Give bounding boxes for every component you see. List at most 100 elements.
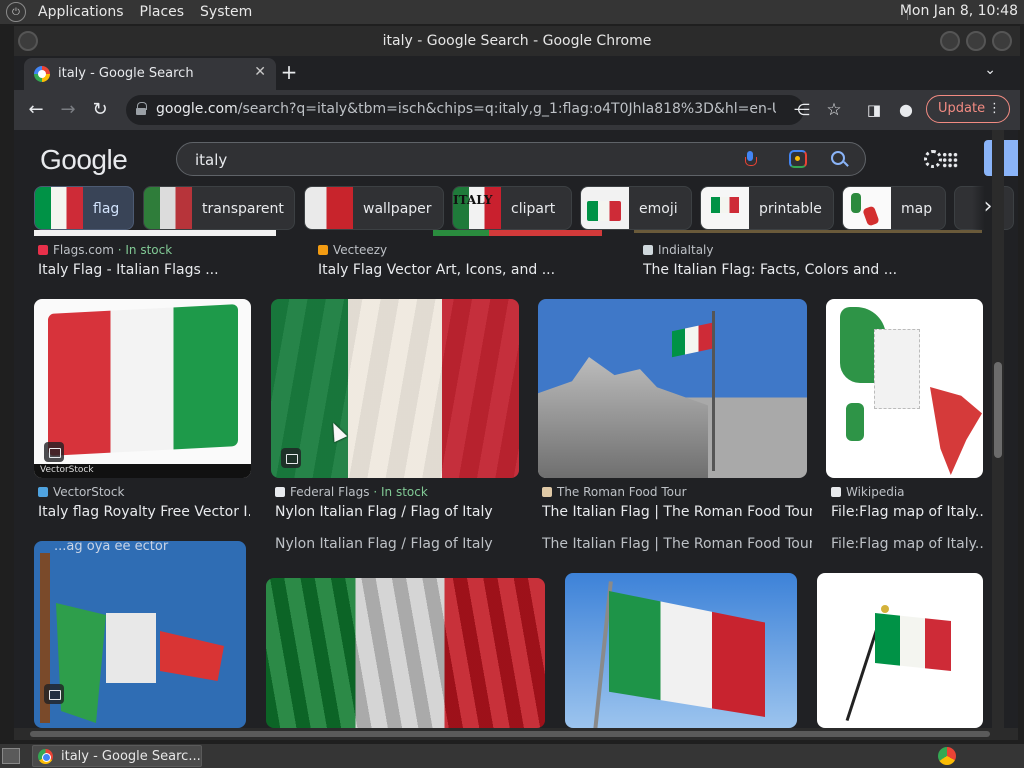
silk-texture xyxy=(266,578,545,728)
google-logo[interactable]: Google xyxy=(40,144,128,176)
microphone-icon[interactable] xyxy=(745,151,757,167)
url-text[interactable]: google.com/search?q=italy&tbm=isch&chips… xyxy=(156,101,776,117)
site-favicon-icon xyxy=(38,245,48,255)
desktop-screen: ⏻ Applications Places System Mon Jan 8, … xyxy=(0,0,1024,768)
result-image-flag-monument[interactable]: ...ag oya ee ector xyxy=(34,541,246,728)
apps-grid-icon[interactable] xyxy=(942,152,958,168)
new-tab-button[interactable]: + xyxy=(276,60,302,84)
update-label: Update xyxy=(938,101,986,116)
flag-shape xyxy=(672,322,712,358)
result-source-roman-food-tour[interactable]: The Roman Food Tour xyxy=(542,485,687,499)
result-source-indiaitaly[interactable]: IndiaItaly xyxy=(643,243,713,257)
result-title-vectorstock[interactable]: Italy flag Royalty Free Vector I... xyxy=(38,504,250,520)
result-title-roman-food-tour-repeat: The Italian Flag | The Roman Food Tour xyxy=(542,536,812,552)
top-panel: ⏻ Applications Places System Mon Jan 8, … xyxy=(0,0,1024,24)
map-middle-shape xyxy=(874,329,920,409)
google-lens-icon[interactable] xyxy=(789,150,807,168)
window-title-bar[interactable]: italy - Google Search - Google Chrome xyxy=(14,26,1020,56)
page-horizontal-scrollbar[interactable] xyxy=(14,728,1018,740)
result-title-wikipedia-repeat: File:Flag map of Italy.... xyxy=(831,536,983,552)
search-icon[interactable] xyxy=(831,151,845,165)
chip-emoji[interactable]: emoji xyxy=(580,186,692,230)
search-input[interactable]: italy xyxy=(176,142,866,176)
menu-applications[interactable]: Applications xyxy=(34,4,128,20)
reload-icon[interactable]: ↻ xyxy=(88,98,112,122)
tab-search-chevron-icon[interactable]: ⌄ xyxy=(984,62,996,78)
back-arrow-icon[interactable]: ← xyxy=(24,98,48,122)
result-source-wikipedia[interactable]: Wikipedia xyxy=(831,485,905,499)
result-title-indiaitaly[interactable]: The Italian Flag: Facts, Colors and ... xyxy=(643,262,943,278)
chip-thumbnail: ITALY xyxy=(453,187,501,229)
filter-chips: flag transparent wallpaper ITALY clipart xyxy=(34,186,1018,230)
address-bar[interactable]: google.com/search?q=italy&tbm=isch&chips… xyxy=(126,95,804,125)
result-title-roman-food-tour[interactable]: The Italian Flag | The Roman Food Tour xyxy=(542,504,812,520)
gear-icon[interactable] xyxy=(924,150,942,168)
waving-flag-shape xyxy=(48,304,238,456)
result-title-federal-flags[interactable]: Nylon Italian Flag / Flag of Italy xyxy=(275,504,525,520)
chip-printable[interactable]: printable xyxy=(700,186,834,230)
chip-flag[interactable]: flag xyxy=(34,186,134,230)
clock[interactable]: Mon Jan 8, 10:48 xyxy=(900,3,1018,19)
watermark-strip: VectorStock xyxy=(34,464,251,478)
result-image-sky-flag[interactable] xyxy=(565,573,797,728)
result-image-wikipedia[interactable] xyxy=(826,299,983,478)
monument-shape xyxy=(538,357,708,478)
chip-transparent[interactable]: transparent xyxy=(143,186,295,230)
result-source-flags-com[interactable]: Flags.com · In stock xyxy=(38,243,172,257)
site-favicon-icon xyxy=(542,487,552,497)
system-logo-icon[interactable]: ⏻ xyxy=(6,2,26,22)
scrollbar-thumb[interactable] xyxy=(30,731,990,737)
share-icon[interactable]: ⋲ xyxy=(790,98,814,122)
page-vertical-scrollbar[interactable] xyxy=(992,130,1004,728)
update-button[interactable]: Update ⋮ xyxy=(926,95,1010,123)
flag-shape xyxy=(875,613,951,671)
result-image-indiaitaly[interactable] xyxy=(634,230,982,233)
site-favicon-icon xyxy=(643,245,653,255)
minimize-button[interactable] xyxy=(940,31,960,51)
fabric-texture xyxy=(271,299,519,478)
result-image-silk-flag[interactable] xyxy=(266,578,545,728)
tag-icon xyxy=(281,448,301,468)
result-image-vecteezy[interactable] xyxy=(320,230,602,236)
tab-title: italy - Google Search xyxy=(58,66,194,81)
menu-system[interactable]: System xyxy=(196,4,256,20)
tab-close-icon[interactable]: ✕ xyxy=(254,64,266,80)
profile-icon[interactable]: ● xyxy=(894,98,918,122)
result-image-vectorstock[interactable]: VectorStock xyxy=(34,299,251,478)
result-image-stick-flag[interactable] xyxy=(817,573,983,728)
result-title-flags-com[interactable]: Italy Flag - Italian Flags ... xyxy=(38,262,298,278)
chip-thumbnail-text: ITALY xyxy=(453,193,493,207)
bookmark-star-icon[interactable]: ☆ xyxy=(822,98,846,122)
chip-map[interactable]: map xyxy=(842,186,946,230)
result-image-federal-flags[interactable] xyxy=(271,299,519,478)
side-panel-icon[interactable]: ◨ xyxy=(862,98,886,122)
result-image-roman-food-tour[interactable] xyxy=(538,299,807,478)
result-title-wikipedia[interactable]: File:Flag map of Italy.... xyxy=(831,504,983,520)
maximize-button[interactable] xyxy=(966,31,986,51)
menu-places[interactable]: Places xyxy=(136,4,189,20)
lock-icon[interactable] xyxy=(136,102,147,116)
tab-strip: italy - Google Search ✕ + ⌄ xyxy=(14,56,1020,90)
site-favicon-icon xyxy=(318,245,328,255)
chip-thumbnail xyxy=(144,187,192,229)
tray-chrome-icon[interactable] xyxy=(938,747,956,765)
result-source-federal-flags[interactable]: Federal Flags · In stock xyxy=(275,485,428,499)
taskbar-chrome-window[interactable]: italy - Google Searc... xyxy=(32,745,202,767)
map-island-shape xyxy=(846,403,864,441)
flag-red-shape xyxy=(160,631,224,681)
result-source-vecteezy[interactable]: Vecteezy xyxy=(318,243,387,257)
close-window-button[interactable] xyxy=(992,31,1012,51)
scrollbar-thumb[interactable] xyxy=(994,362,1002,458)
show-desktop-icon[interactable] xyxy=(2,748,20,764)
chip-clipart[interactable]: ITALY clipart xyxy=(452,186,572,230)
watermark-text: VectorStock xyxy=(40,465,94,475)
result-source-vectorstock[interactable]: VectorStock xyxy=(38,485,124,499)
tab-google-search[interactable]: italy - Google Search ✕ xyxy=(24,58,276,90)
kebab-menu-icon[interactable]: ⋮ xyxy=(988,96,1001,122)
result-image-flags-com[interactable] xyxy=(34,230,276,236)
window-menu-button[interactable] xyxy=(18,31,38,51)
chip-wallpaper[interactable]: wallpaper xyxy=(304,186,444,230)
result-title-vecteezy[interactable]: Italy Flag Vector Art, Icons, and ... xyxy=(318,262,618,278)
chip-thumbnail xyxy=(843,187,891,229)
forward-arrow-icon[interactable]: → xyxy=(56,98,80,122)
